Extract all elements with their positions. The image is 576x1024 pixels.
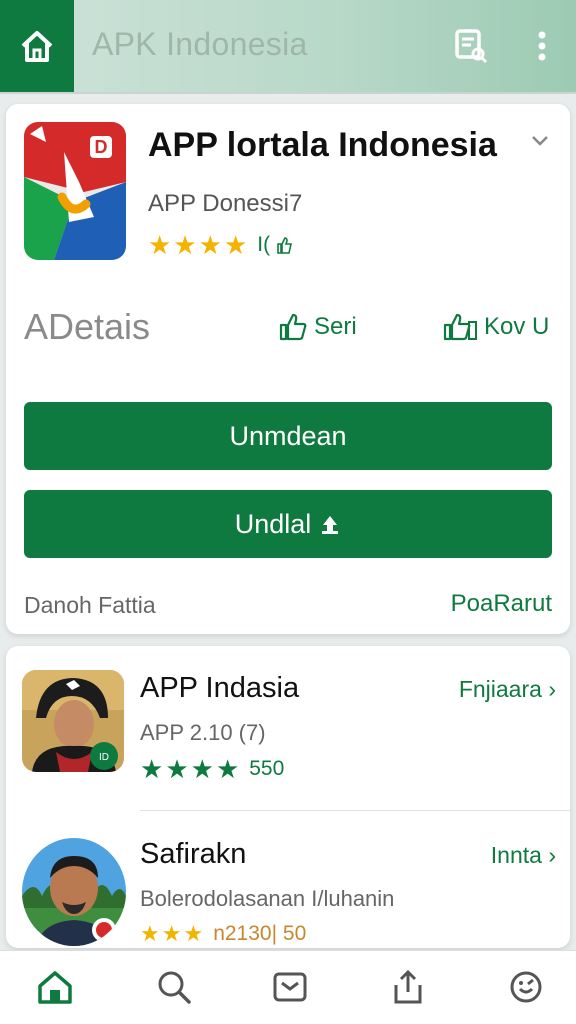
review-count: I(: [257, 233, 271, 256]
nav-home[interactable]: [33, 965, 77, 1009]
list-item-action[interactable]: Fnjiaara ›: [459, 676, 556, 703]
star-icon: ★: [190, 754, 214, 784]
settings-icon: [510, 971, 542, 1003]
list-review-count: n2130| 50: [213, 922, 307, 945]
star-icon: ★: [183, 921, 204, 946]
bottom-navigation: [0, 950, 576, 1024]
more-vert-icon: [538, 31, 546, 61]
svg-text:D: D: [95, 137, 108, 157]
list-action-label: Fnjiaara: [458, 676, 542, 702]
chevron-down-icon[interactable]: [530, 134, 550, 148]
star-icon: ★: [173, 230, 197, 260]
star-icon: ★: [223, 230, 248, 260]
like-label-2: Kov U: [484, 313, 550, 340]
star-icon: ★: [161, 921, 182, 946]
list-app-name: APP Indasia: [140, 672, 300, 704]
home-button[interactable]: [0, 0, 74, 92]
list-item[interactable]: ID APP Indasia APP 2.10 (7) ★ ★ ★ ★ 550 …: [6, 646, 570, 811]
list-action-label: Innta: [490, 842, 542, 868]
download-button[interactable]: Undlal: [24, 490, 552, 558]
search-doc-icon: [455, 29, 488, 64]
like-button-1[interactable]: Seri: [278, 312, 357, 342]
nav-share[interactable]: [386, 965, 430, 1009]
list-app-rating: ★ ★ ★ ★ 550: [140, 756, 284, 782]
thumbs-up-icon: [443, 313, 477, 341]
search-icon: [158, 971, 191, 1004]
star-icon: ★: [198, 230, 222, 260]
list-app-rating: ★ ★ ★ n2130| 50: [140, 922, 306, 946]
like-label-1: Seri: [314, 313, 357, 340]
divider: [140, 810, 570, 811]
chevron-right-icon: ›: [548, 676, 556, 702]
chevron-right-icon: ›: [548, 842, 556, 868]
share-icon: [394, 969, 422, 1004]
list-app-meta: Bolerodolasanan I/luhanin: [140, 886, 395, 911]
star-icon: ★: [140, 754, 164, 784]
download-button-label: Undlal: [234, 508, 312, 539]
app-rating: ★ ★ ★ ★ I(: [148, 232, 294, 258]
footer-link[interactable]: PoaRarut: [451, 590, 552, 618]
related-apps-card: ID APP Indasia APP 2.10 (7) ★ ★ ★ ★ 550 …: [6, 646, 570, 948]
app-title: APP lortala Indonesia: [148, 126, 497, 164]
install-button[interactable]: Unmdean: [24, 402, 552, 470]
details-heading: ADetais: [24, 306, 151, 347]
list-item-action[interactable]: Innta ›: [491, 842, 556, 869]
top-app-bar: APK Indonesia: [0, 0, 576, 94]
search-doc-button[interactable]: [448, 24, 492, 68]
svg-text:ID: ID: [99, 752, 109, 763]
like-button-2[interactable]: Kov U: [442, 312, 549, 342]
mail-icon: [273, 972, 307, 1002]
list-app-meta: APP 2.10 (7): [140, 720, 266, 745]
list-app-name: Safirakn: [140, 838, 247, 870]
more-options-button[interactable]: [520, 24, 564, 68]
star-icon: ★: [140, 921, 160, 946]
list-item[interactable]: Safirakn Bolerodolasanan I/luhanin ★ ★ ★…: [6, 812, 570, 962]
install-button-label: Unmdean: [229, 420, 347, 451]
download-icon: [322, 516, 339, 534]
star-icon: ★: [148, 230, 172, 260]
footer-info: Danoh Fattia: [24, 592, 156, 618]
thumbs-up-icon: [279, 313, 307, 341]
app-detail-card: D APP lortala Indonesia APP Donessi7 ★ ★…: [6, 104, 570, 634]
app-thumbnail: [22, 838, 126, 946]
nav-inbox[interactable]: [268, 965, 312, 1009]
home-icon: [38, 971, 72, 1004]
app-developer: APP Donessi7: [148, 190, 303, 217]
app-thumbnail: ID: [22, 670, 124, 772]
nav-search[interactable]: [152, 965, 196, 1009]
star-icon: ★: [165, 754, 189, 784]
list-review-count: 550: [249, 757, 285, 780]
nav-settings[interactable]: [504, 965, 548, 1009]
star-icon: ★: [215, 754, 240, 784]
thumb-icon: [277, 237, 293, 254]
home-icon: [21, 31, 53, 62]
app-logo: D: [24, 122, 126, 260]
app-bar-title: APK Indonesia: [92, 26, 308, 62]
